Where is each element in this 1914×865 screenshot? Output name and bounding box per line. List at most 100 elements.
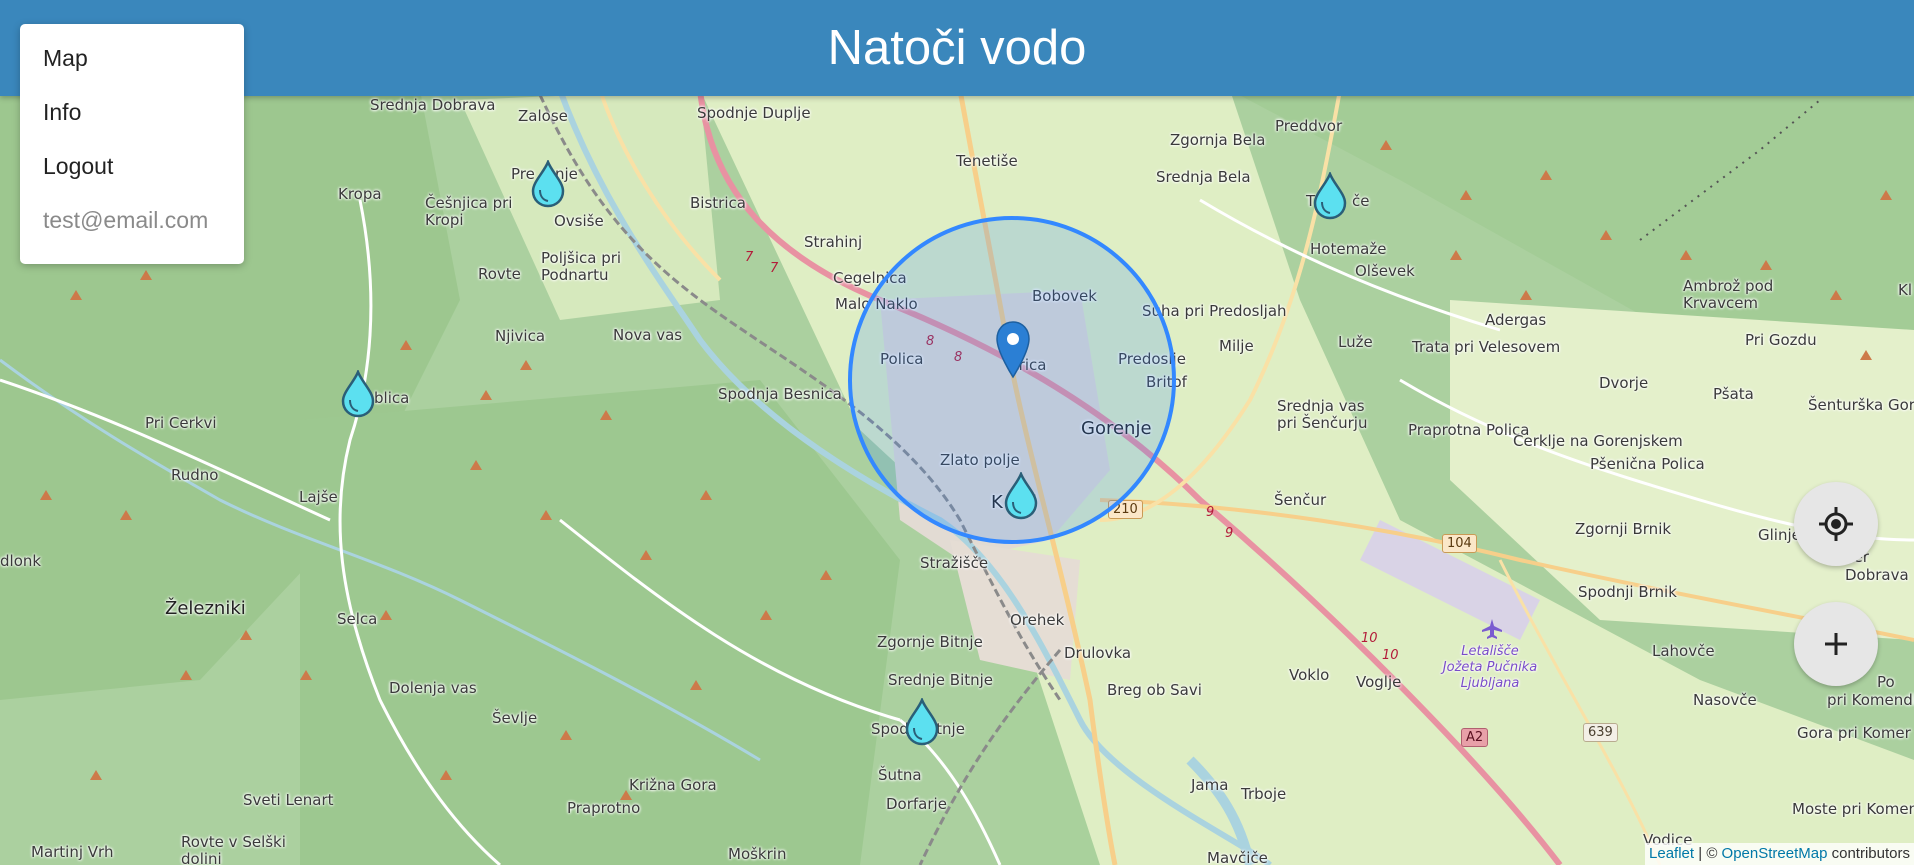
airport-label: Letališče Jožeta Pučnika Ljubljana [1442, 644, 1538, 691]
road-number: 7 [770, 261, 779, 276]
place-label: Dvorje [1599, 374, 1649, 392]
place-label: Lajše [299, 488, 338, 506]
place-label: Njivica [495, 327, 546, 345]
menu-item-info[interactable]: Info [20, 98, 244, 152]
app-title: Natoči vodo [827, 21, 1087, 75]
place-label: Šenturška Gora [1808, 396, 1914, 414]
place-label: Breg ob Savi [1107, 681, 1202, 699]
user-email: test@email.com [43, 207, 209, 233]
place-label: Selca [337, 610, 378, 628]
plus-icon [1825, 633, 1847, 655]
place-label: Cerklje na Gorenjskem [1513, 432, 1683, 450]
place-label: Rovte v Selški dolini [181, 833, 286, 865]
place-label: Ambrož pod Krvavcem [1683, 277, 1774, 312]
place-label: Rovte [478, 265, 521, 283]
road-number: 9 [1225, 526, 1234, 541]
place-label: Dorfarje [886, 795, 947, 813]
road-number: 9 [1206, 505, 1215, 520]
place-label: Orehek [1010, 611, 1065, 629]
place-label: Mavčiče [1207, 849, 1268, 865]
menu-item-logout[interactable]: Logout [20, 152, 244, 206]
place-label: Dolenja vas [389, 679, 477, 697]
place-label: Praprotna Polica [1408, 421, 1530, 439]
place-label: Nasovče [1693, 691, 1757, 709]
place-label: Stražišče [920, 554, 989, 572]
place-label: Železniki [165, 598, 246, 619]
place-label: Pšata [1713, 385, 1754, 403]
place-label: Češnjica pri Kropi [425, 194, 513, 229]
place-label: Spodnje Duplje [697, 104, 811, 122]
place-label: Kl [1898, 281, 1913, 299]
place-label: Hotemaže [1310, 240, 1387, 258]
place-label: Kropa [338, 185, 382, 203]
attribution-separator: | © [1698, 845, 1718, 862]
airplane-icon [1482, 619, 1502, 639]
place-label: blica [374, 389, 410, 407]
place-label: Jama [1191, 776, 1229, 794]
place-label: Moste pri Komen [1792, 800, 1914, 818]
road-number: 10 [1361, 631, 1378, 646]
place-label: Šutna [878, 766, 922, 784]
app-header: Natoči vodo [0, 0, 1914, 96]
water-drop-icon[interactable] [1312, 172, 1348, 220]
water-drop-icon[interactable] [340, 370, 376, 418]
nav-menu: Map Info Logout test@email.com [20, 24, 244, 264]
place-label: Spodnji Brnik [1578, 583, 1677, 601]
road-shield: 104 [1442, 534, 1477, 553]
place-label: Nova vas [613, 326, 683, 344]
place-label: Srednja Bela [1156, 168, 1251, 186]
place-label: Ševlje [492, 709, 538, 727]
place-label: če [1352, 192, 1370, 210]
place-label: Lahovče [1652, 642, 1715, 660]
zoom-in-button[interactable] [1794, 602, 1878, 686]
attribution-contributors: contributors [1831, 845, 1910, 862]
place-label: Srednja vas pri Šenčurju [1277, 397, 1368, 432]
place-label: Preddvor [1275, 117, 1343, 135]
place-label: Zalose [518, 107, 568, 125]
place-label: Srednja Dobrava [370, 96, 496, 114]
locate-crosshair-icon [1819, 507, 1853, 541]
place-label: Po [1877, 673, 1895, 691]
place-label: Poljšica pri Podnartu [541, 249, 622, 284]
place-label: Luže [1338, 333, 1373, 351]
map-view[interactable]: Srednja Dobrava Zalose Spodnje Duplje Te… [0, 0, 1914, 865]
water-drop-icon[interactable] [1003, 472, 1039, 520]
place-label: Moškrin [728, 845, 787, 863]
current-location-pin-icon[interactable] [995, 320, 1031, 380]
place-label: Pri Gozdu [1745, 331, 1817, 349]
place-label: Tenetiše [956, 152, 1018, 170]
place-label: Bistrica [690, 194, 746, 212]
place-label: Adergas [1485, 311, 1547, 329]
road-shield: 639 [1583, 723, 1618, 742]
map-attribution: Leaflet | © OpenStreetMap contributors [1645, 843, 1914, 865]
place-label: Pri Cerkvi [145, 414, 217, 432]
place-label: Milje [1219, 337, 1254, 355]
place-label: Sveti Lenart [243, 791, 334, 809]
openstreetmap-link[interactable]: OpenStreetMap [1722, 845, 1828, 862]
place-label: Spodnja Besnica [718, 385, 842, 403]
place-label: Zgornja Bela [1170, 131, 1266, 149]
place-label: Ovsiše [554, 212, 604, 230]
place-label: Križna Gora [629, 776, 717, 794]
water-drop-icon[interactable] [530, 160, 566, 208]
locate-button[interactable] [1794, 482, 1878, 566]
place-label: Zgornje Bitnje [877, 633, 983, 651]
place-label: Drulovka [1064, 644, 1132, 662]
place-label: Dobrava [1845, 566, 1909, 584]
menu-item-map[interactable]: Map [20, 44, 244, 98]
place-label: Gora pri Komer [1797, 724, 1911, 742]
place-label: Trboje [1241, 785, 1287, 803]
leaflet-link[interactable]: Leaflet [1649, 845, 1694, 862]
road-number: 7 [745, 250, 754, 265]
place-label: dlonk [0, 552, 42, 570]
place-label: pri Komendi [1827, 691, 1914, 709]
road-number: 10 [1382, 648, 1399, 663]
place-label: Trata pri Velesovem [1412, 338, 1561, 356]
place-label: Martinj Vrh [31, 843, 114, 861]
place-label: Rudno [171, 466, 219, 484]
place-label: Zgornji Brnik [1575, 520, 1672, 538]
water-drop-icon[interactable] [904, 698, 940, 746]
place-label: Pšenična Polica [1590, 455, 1705, 473]
place-label: Srednje Bitnje [888, 671, 994, 689]
road-shield: A2 [1461, 728, 1489, 747]
